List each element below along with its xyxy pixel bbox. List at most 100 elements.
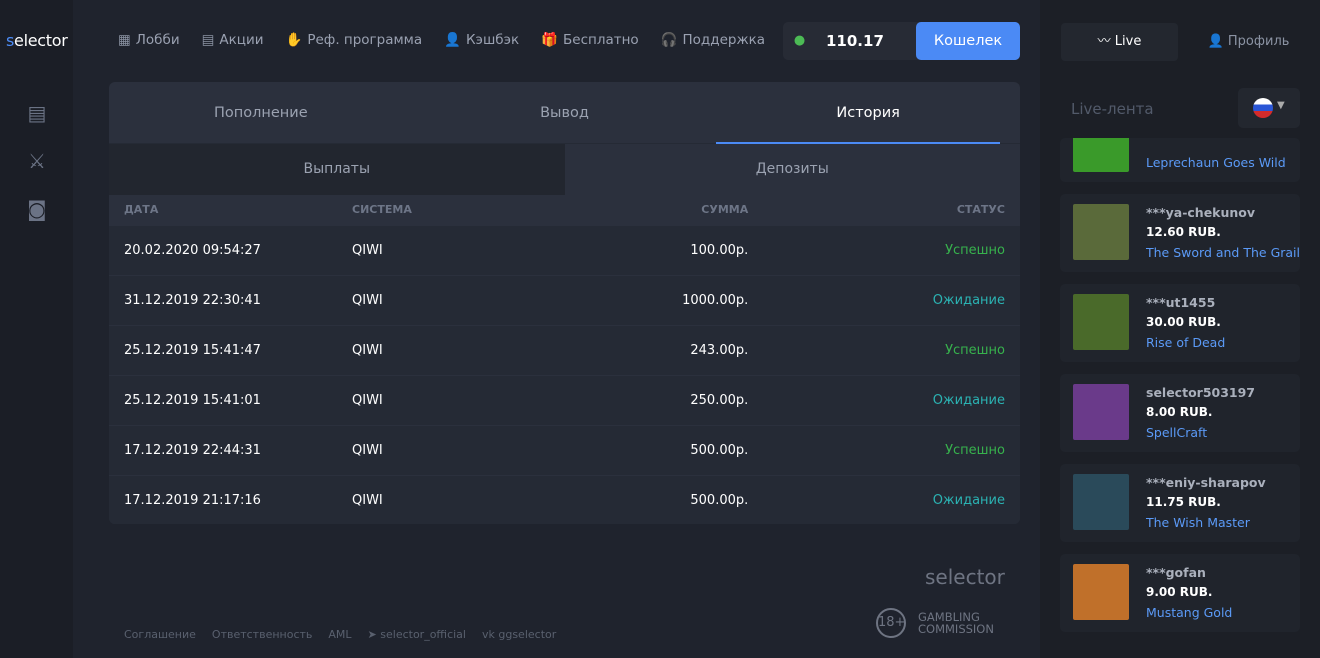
link-responsibility[interactable]: Ответственность — [212, 628, 312, 641]
caret-down-icon: ▼ — [1277, 100, 1285, 111]
cell-amount: 1000.00р. — [538, 274, 749, 325]
cell-system: QIWI — [352, 274, 539, 325]
col-date: ДАТА — [109, 195, 352, 225]
table-row: 31.12.2019 22:30:41 QIWI 1000.00р. Ожидание — [109, 274, 1020, 325]
cell-system: QIWI — [352, 474, 539, 524]
status-badge: Ожидание — [748, 374, 1020, 425]
link-aml[interactable]: AML — [328, 628, 351, 641]
table-row: 17.12.2019 22:44:31 QIWI 500.00р. Успешно — [109, 424, 1020, 475]
cell-date: 25.12.2019 15:41:01 — [109, 374, 352, 425]
col-system: СИСТЕМА — [352, 195, 539, 225]
cell-amount: 500.00р. — [538, 474, 749, 524]
feed-game-link[interactable]: SpellCraft — [1146, 425, 1207, 440]
wallet-button[interactable]: Кошелек — [916, 22, 1020, 60]
subtab-payouts[interactable]: Выплаты — [109, 144, 565, 195]
history-panel: Пополнение Вывод История Выплаты Депозит… — [109, 82, 1020, 524]
feed-user: ***eniy-sharapov — [1146, 475, 1266, 490]
feed-user: ***ya-chekunov — [1146, 205, 1256, 220]
referral-icon: ✋ — [285, 32, 303, 48]
feed-item[interactable]: ***gofan 9.00 RUB. Mustang Gold — [1060, 554, 1300, 632]
feed-item[interactable]: Leprechaun Goes Wild — [1060, 138, 1300, 182]
feed-item[interactable]: ***eniy-sharapov 11.75 RUB. The Wish Maste… — [1060, 464, 1300, 542]
lobby-icon: ▦ — [118, 32, 131, 48]
tab-withdraw[interactable]: Вывод — [413, 82, 717, 143]
vk-icon: vk — [481, 628, 499, 641]
swords-icon[interactable]: ⚔ — [24, 148, 50, 174]
game-thumbnail[interactable] — [1073, 294, 1129, 350]
feed-amount: 8.00 RUB. — [1146, 405, 1213, 419]
nav-item[interactable]: 🎧 Поддержка — [661, 32, 765, 48]
feed-item[interactable]: ***ya-chekunov 12.60 RUB. The Sword and Th… — [1060, 194, 1300, 272]
balance-box: ● 110.17 Кошелек — [783, 22, 1020, 60]
top-nav: ▦ Лобби ▤ Акции ✋ Реф. программа 👤 Кэшбэк 🎁 Беспл… — [118, 32, 765, 48]
table-row: 17.12.2019 21:17:16 QIWI 500.00р. Ожидание — [109, 474, 1020, 524]
feed-item[interactable]: ***ut1455 30.00 RUB. Rise of Dead — [1060, 284, 1300, 362]
table-row: 25.12.2019 15:41:01 QIWI 250.00р. Ожидание — [109, 374, 1020, 425]
language-select[interactable]: ▼ — [1238, 88, 1300, 128]
subtab-deposits[interactable]: Депозиты — [565, 144, 1021, 195]
link-telegram[interactable]: ➤ selector_official — [368, 628, 466, 641]
cell-system: QIWI — [352, 324, 539, 375]
coins-icon: ● — [793, 33, 806, 48]
cell-system: QIWI — [352, 424, 539, 475]
game-thumbnail[interactable] — [1073, 474, 1129, 530]
tab-deposit[interactable]: Пополнение — [109, 82, 413, 143]
age-18-icon: 18+ — [876, 608, 906, 638]
feed-game-link[interactable]: The Sword and The Grail — [1146, 245, 1300, 260]
status-badge: Успешно — [748, 424, 1020, 475]
cell-date: 31.12.2019 22:30:41 — [109, 274, 352, 325]
nav-item[interactable]: ✋ Реф. программа — [286, 32, 423, 48]
cell-date: 17.12.2019 21:17:16 — [109, 474, 352, 524]
game-thumbnail[interactable] — [1073, 138, 1129, 172]
feed-item[interactable]: selector503197 8.00 RUB. SpellCraft — [1060, 374, 1300, 452]
feed-amount: 11.75 RUB. — [1146, 495, 1221, 509]
cell-date: 17.12.2019 22:44:31 — [109, 424, 352, 475]
tab-history[interactable]: История — [716, 82, 1020, 144]
slots-icon[interactable]: ▤ — [24, 100, 50, 126]
promo-icon: ▤ — [201, 32, 215, 48]
game-thumbnail[interactable] — [1073, 384, 1129, 440]
support-icon[interactable]: ◙ — [24, 196, 50, 222]
cell-amount: 243.00р. — [538, 324, 749, 375]
cell-amount: 250.00р. — [538, 374, 749, 425]
nav-item[interactable]: 🎁 Бесплатно — [541, 32, 638, 48]
link-agreement[interactable]: Соглашение — [124, 628, 196, 641]
game-thumbnail[interactable] — [1073, 564, 1129, 620]
support-icon: 🎧 — [660, 32, 678, 48]
link-vk[interactable]: vk ggselector — [482, 628, 556, 641]
cell-date: 20.02.2020 09:54:27 — [109, 224, 352, 275]
feed-amount: 30.00 RUB. — [1146, 315, 1221, 329]
feed-amount: 9.00 RUB. — [1146, 585, 1213, 599]
cell-amount: 100.00р. — [538, 224, 749, 275]
feed-game-link[interactable]: Rise of Dead — [1146, 335, 1225, 350]
user-icon: 👤 — [1207, 34, 1228, 49]
col-status: СТАТУС — [748, 195, 1020, 225]
feed-user: ***gofan — [1146, 565, 1206, 580]
user-icon: 👤 — [444, 32, 461, 48]
cell-amount: 500.00р. — [538, 424, 749, 475]
feed-amount: 12.60 RUB. — [1146, 225, 1221, 239]
col-amount: СУММА — [538, 195, 749, 225]
nav-item[interactable]: ▤ Акции — [202, 32, 264, 48]
cell-date: 25.12.2019 15:41:47 — [109, 324, 352, 375]
left-sidebar: selector ▤ ⚔ ◙ — [0, 0, 73, 658]
logo[interactable]: selector — [6, 31, 68, 50]
cell-system: QIWI — [352, 374, 539, 425]
telegram-icon: ➤ — [367, 628, 381, 641]
nav-item[interactable]: 👤 Кэшбэк — [444, 32, 519, 48]
feed-game-link[interactable]: Leprechaun Goes Wild — [1146, 155, 1286, 170]
live-tab[interactable]: 〰 Live — [1061, 23, 1178, 61]
status-badge: Ожидание — [748, 274, 1020, 325]
status-badge: Успешно — [748, 324, 1020, 375]
feed-user: ***ut1455 — [1146, 295, 1216, 310]
gambling-commission: 18+ GAMBLING COMMISSION — [876, 608, 994, 638]
profile-tab[interactable]: 👤 Профиль — [1190, 23, 1307, 61]
gift-icon: 🎁 — [541, 32, 559, 48]
feed-game-link[interactable]: Mustang Gold — [1146, 605, 1232, 620]
feed-game-link[interactable]: The Wish Master — [1146, 515, 1250, 530]
game-thumbnail[interactable] — [1073, 204, 1129, 260]
feed-user: selector503197 — [1146, 385, 1256, 400]
table-row: 20.02.2020 09:54:27 QIWI 100.00р. Успешно — [109, 224, 1020, 275]
nav-item[interactable]: ▦ Лобби — [118, 32, 180, 48]
balance-value: 110.17 — [826, 32, 884, 50]
